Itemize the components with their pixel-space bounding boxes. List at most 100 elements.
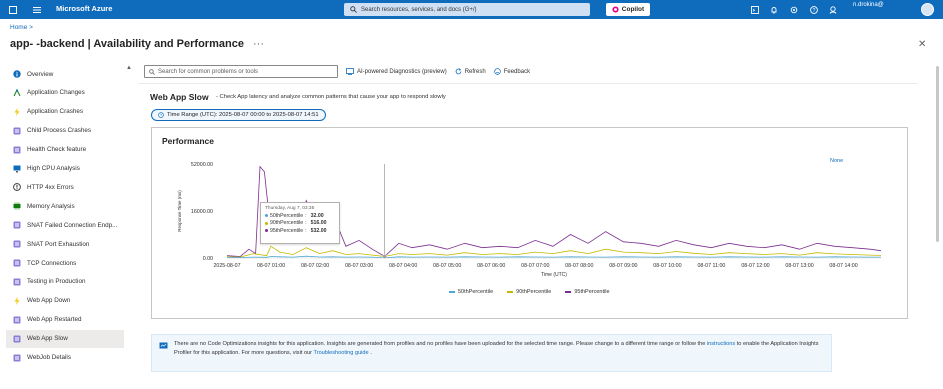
ai-diagnostics-button[interactable]: AI-powered Diagnostics (preview) bbox=[346, 68, 447, 75]
time-range-button[interactable]: Time Range (UTC): 2025-08-07 00:00 to 20… bbox=[151, 109, 326, 121]
sidebar-item[interactable]: Testing in Production bbox=[6, 273, 124, 291]
feedback-button[interactable]: Feedback bbox=[493, 68, 531, 75]
sidebar: Overview Application Changes Application C… bbox=[0, 64, 132, 389]
refresh-icon bbox=[455, 68, 462, 75]
x-tick-label: 08-07 01:00 bbox=[257, 263, 285, 269]
troubleshooting-guide-link[interactable]: Troubleshooting guide bbox=[314, 350, 369, 356]
sidebar-item[interactable]: Child Process Crashes bbox=[6, 122, 124, 140]
tooltip-row: 50thPercentile: 32.00 bbox=[265, 213, 335, 219]
sidebar-item[interactable]: High CPU Analysis bbox=[6, 160, 124, 178]
legend-swatch bbox=[565, 291, 572, 293]
svg-text:?: ? bbox=[813, 8, 816, 14]
sidebar-item-label: Web App Restarted bbox=[27, 316, 82, 324]
user-account[interactable]: n.drokina@ bbox=[853, 2, 884, 9]
sidebar-item-label: Overview bbox=[27, 70, 54, 78]
ai-diagnostics-label: AI-powered Diagnostics (preview) bbox=[357, 68, 447, 75]
sidebar-item[interactable]: Application Crashes bbox=[6, 103, 124, 121]
memory-icon bbox=[12, 202, 21, 211]
sidebar-item[interactable]: Health Check feature bbox=[6, 141, 124, 159]
problem-search-placeholder: Search for common problems or tools bbox=[158, 68, 259, 75]
diagnostic-icon bbox=[12, 145, 21, 154]
page-title: app- -backend | Availability and Perform… bbox=[10, 38, 264, 50]
y-tick-label: 0.00 bbox=[203, 256, 213, 262]
tooltip-series-name: 90thPercentile bbox=[270, 220, 304, 226]
more-options-button[interactable]: ··· bbox=[253, 38, 264, 50]
lightning-icon bbox=[12, 107, 21, 116]
notifications-icon[interactable] bbox=[769, 5, 779, 15]
copilot-icon bbox=[612, 6, 619, 13]
portal-menu-icon[interactable] bbox=[8, 5, 18, 15]
info-text-3: . bbox=[370, 349, 372, 356]
sidebar-item-label: WebJob Details bbox=[27, 354, 71, 361]
chart-tooltip: Thursday, Aug 7, 03:35 50thPercentile: 3… bbox=[260, 202, 340, 244]
diagnostic-icon bbox=[12, 353, 21, 362]
monitor-icon bbox=[12, 164, 21, 173]
feedback-label: Feedback bbox=[503, 68, 531, 75]
diagnostic-icon bbox=[12, 334, 21, 343]
refresh-button[interactable]: Refresh bbox=[455, 68, 486, 75]
settings-icon[interactable] bbox=[789, 5, 799, 15]
scroll-up-icon[interactable]: ▲ bbox=[126, 65, 132, 73]
sidebar-item[interactable]: Web App Restarted bbox=[6, 311, 124, 329]
sidebar-item[interactable]: Memory Analysis bbox=[6, 197, 124, 215]
copilot-button[interactable]: Copilot bbox=[606, 3, 650, 16]
sidebar-item[interactable]: Application Changes bbox=[6, 84, 124, 102]
legend-item[interactable]: 90thPercentile bbox=[507, 289, 551, 295]
sidebar-item[interactable]: Web App Down bbox=[6, 292, 124, 310]
refresh-label: Refresh bbox=[464, 68, 486, 75]
x-tick-label: 08-07 09:00 bbox=[609, 263, 637, 269]
feedback-icon[interactable] bbox=[828, 5, 838, 15]
info-text-1: There are no Code Optimizations insights… bbox=[174, 341, 706, 347]
ai-diagnostics-icon bbox=[346, 68, 354, 75]
x-tick-label: 08-07 10:00 bbox=[653, 263, 681, 269]
hamburger-icon[interactable] bbox=[32, 5, 42, 15]
legend-swatch bbox=[507, 291, 514, 293]
series-dot-icon bbox=[265, 214, 268, 217]
close-icon[interactable]: ✕ bbox=[918, 39, 926, 50]
lightning-icon bbox=[12, 296, 21, 305]
sidebar-item[interactable]: TCP Connections bbox=[6, 254, 124, 272]
diagnostic-icon bbox=[12, 277, 21, 286]
cloud-shell-icon[interactable] bbox=[750, 5, 760, 15]
legend-label: 50thPercentile bbox=[458, 289, 494, 295]
breadcrumb[interactable]: Home > bbox=[10, 24, 33, 31]
sidebar-item-label: Health Check feature bbox=[27, 146, 87, 154]
x-tick-label: 08-07 12:00 bbox=[741, 263, 769, 269]
series-dot-icon bbox=[265, 229, 268, 232]
sidebar-item[interactable]: Web App Slow bbox=[6, 329, 124, 348]
x-tick-label: 08-07 14:00 bbox=[829, 263, 857, 269]
legend-item[interactable]: 50thPercentile bbox=[449, 289, 493, 295]
tooltip-series-name: 50thPercentile bbox=[270, 212, 304, 219]
changes-icon bbox=[12, 88, 21, 97]
diagnostic-icon bbox=[12, 240, 21, 249]
x-tick-label: 08-07 06:00 bbox=[477, 263, 505, 269]
legend-label: 90thPercentile bbox=[516, 289, 552, 295]
sidebar-item[interactable]: SNAT Port Exhaustion bbox=[6, 235, 124, 253]
sidebar-item-label: SNAT Failed Connection Endp... bbox=[27, 221, 118, 229]
avatar[interactable] bbox=[921, 3, 934, 16]
instructions-link[interactable]: instructions bbox=[707, 341, 735, 347]
x-tick-label: 2025-08-07 bbox=[213, 263, 240, 269]
global-search-input[interactable]: Search resources, services, and docs (G+… bbox=[344, 3, 590, 16]
sidebar-item[interactable]: WebJob Details bbox=[6, 349, 124, 367]
sidebar-item-label: Application Changes bbox=[27, 89, 85, 97]
sidebar-item[interactable]: Overview bbox=[6, 65, 124, 83]
help-icon[interactable]: ? bbox=[809, 5, 819, 15]
sidebar-item[interactable]: SNAT Failed Connection Endp... bbox=[6, 216, 124, 234]
hover-point bbox=[382, 253, 388, 259]
tooltip-row: 95thPercentile: 532.00 bbox=[265, 228, 335, 234]
x-tick-label: 08-07 07:00 bbox=[521, 263, 549, 269]
legend-item[interactable]: 95thPercentile bbox=[565, 289, 610, 295]
sidebar-item[interactable]: HTTP 4xx Errors bbox=[6, 178, 124, 196]
clock-icon bbox=[158, 112, 164, 118]
chart-legend: 50thPercentile 90thPercentile 95thPercen… bbox=[449, 289, 610, 295]
tooltip-series-name: 95thPercentile bbox=[270, 227, 304, 234]
y-tick-label: 52000.00 bbox=[191, 162, 213, 168]
sidebar-item-label: Application Crashes bbox=[27, 108, 84, 116]
info-icon bbox=[12, 70, 21, 79]
sidebar-scrollbar[interactable]: ▲ bbox=[124, 65, 132, 381]
problem-search-input[interactable]: Search for common problems or tools bbox=[144, 65, 338, 78]
global-search-placeholder: Search resources, services, and docs (G+… bbox=[361, 6, 477, 13]
brand-label[interactable]: Microsoft Azure bbox=[56, 4, 112, 13]
main-scrollbar[interactable] bbox=[936, 66, 939, 242]
